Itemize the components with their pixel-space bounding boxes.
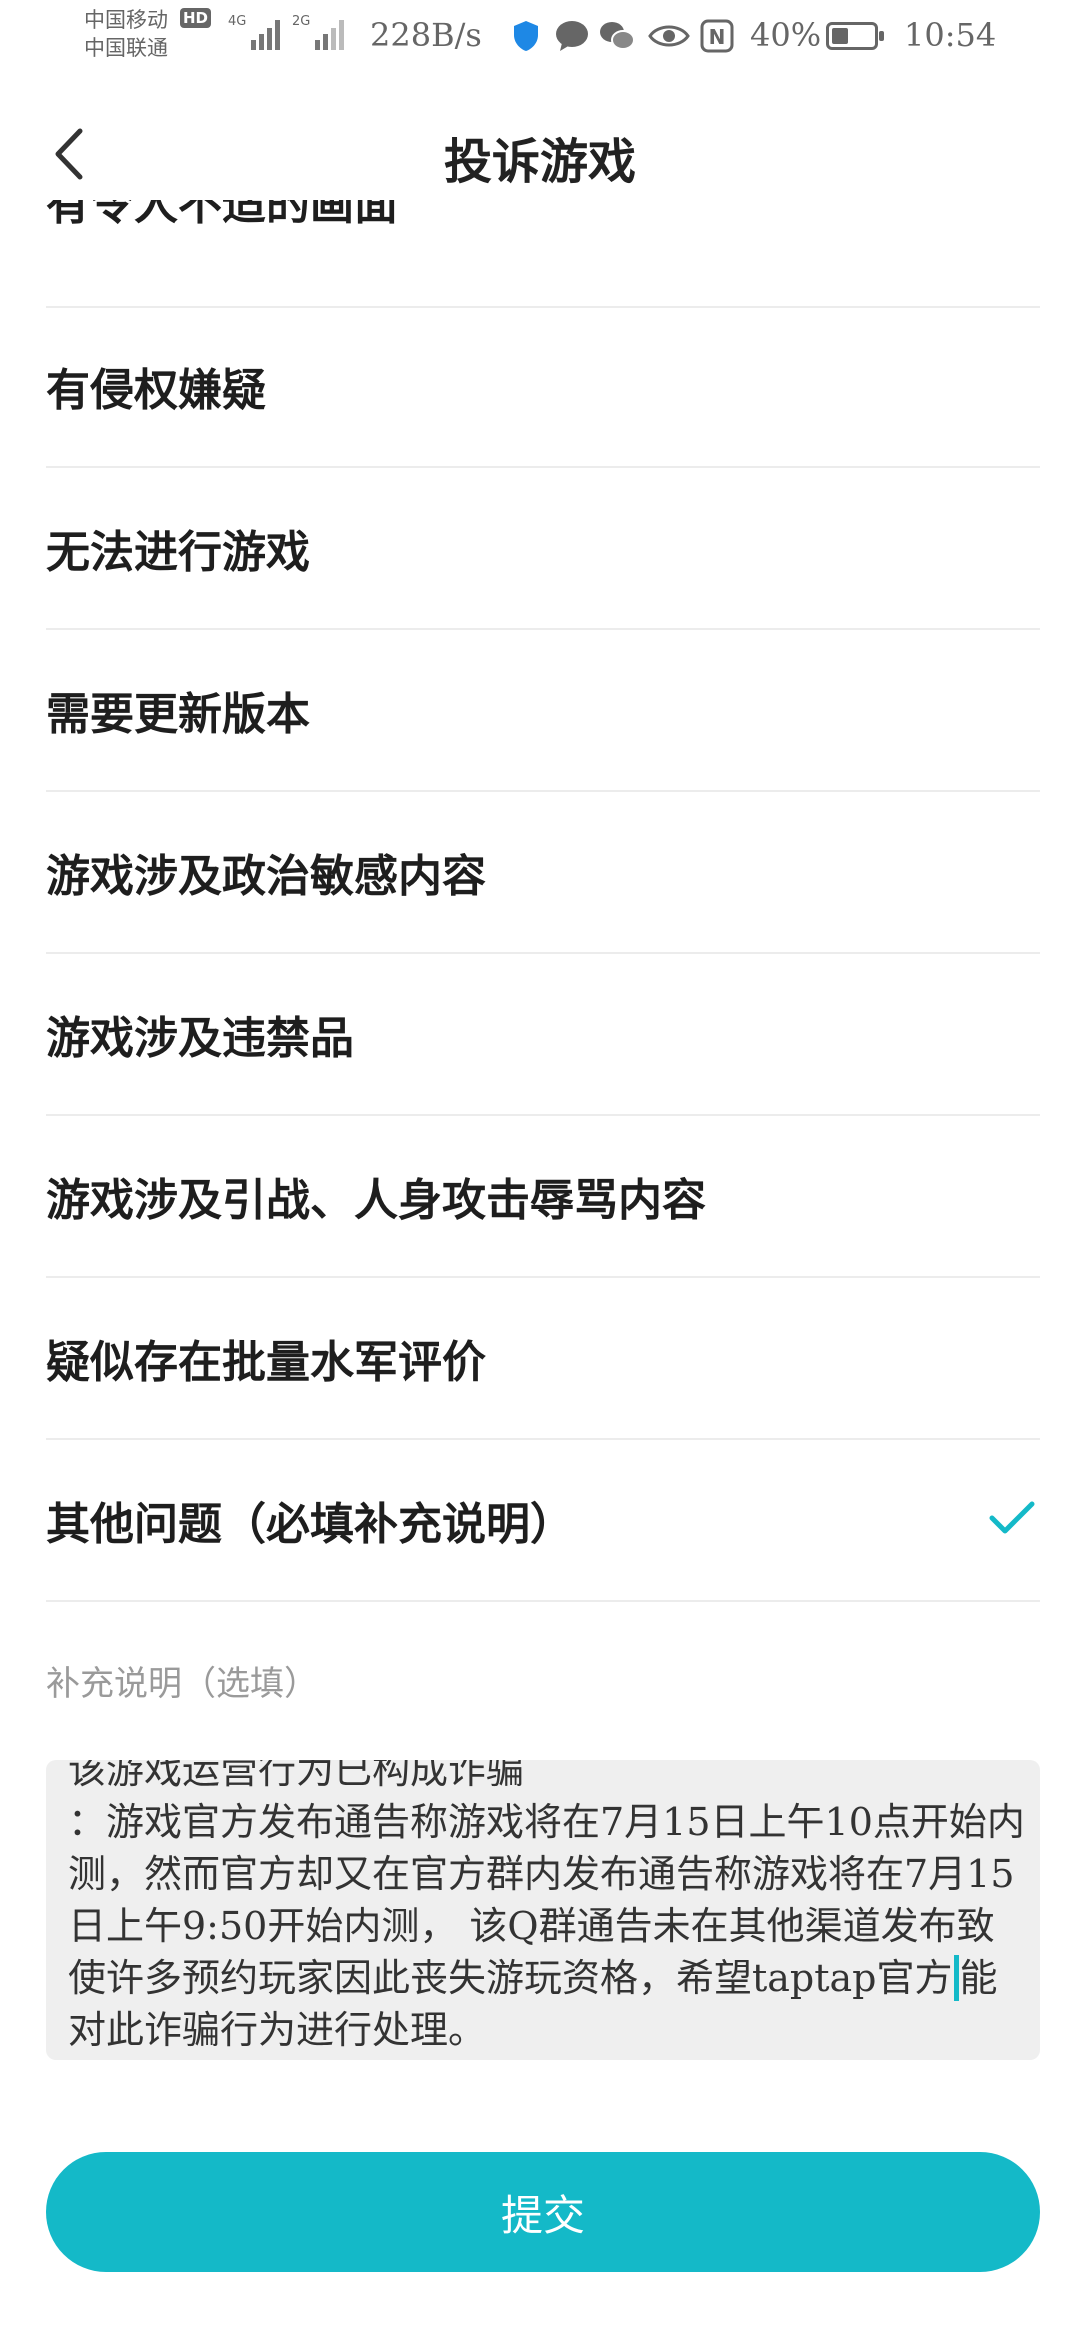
reason-item-label: 疑似存在批量水军评价: [46, 1337, 486, 1388]
chat-bubble-icon: [554, 18, 590, 54]
reason-item-label: 有令人不适的画面: [46, 200, 398, 230]
nfc-label: N: [709, 25, 726, 49]
battery-icon: [826, 22, 884, 50]
reason-item-label: 游戏涉及政治敏感内容: [46, 851, 486, 902]
wechat-icon: [598, 18, 636, 54]
supplement-text-before: 该游戏运营行为已构成诈骗 ：游戏官方发布通告称游戏将在7月15日上午10点开始内…: [68, 1760, 1025, 2000]
checkmark-icon: [988, 1500, 1036, 1540]
battery-percent: 40%: [750, 16, 822, 54]
reason-item[interactable]: 游戏涉及引战、人身攻击辱骂内容: [46, 1116, 1040, 1278]
signal-2g-icon: 2G: [292, 14, 344, 50]
submit-button[interactable]: 提交: [46, 2152, 1040, 2272]
supplement-label: 补充说明（选填）: [46, 1664, 318, 1704]
reason-item-label: 需要更新版本: [46, 689, 310, 740]
reason-item[interactable]: 疑似存在批量水军评价: [46, 1278, 1040, 1440]
signal-2g-label: 2G: [292, 14, 311, 29]
shield-icon: [512, 18, 540, 54]
signal-4g-label: 4G: [228, 14, 247, 29]
reason-item[interactable]: 游戏涉及违禁品: [46, 954, 1040, 1116]
reason-item-label: 游戏涉及违禁品: [46, 1013, 354, 1064]
reason-item-label: 有侵权嫌疑: [46, 365, 266, 416]
signal-4g-icon: 4G: [228, 14, 280, 50]
supplement-text: 该游戏运营行为已构成诈骗 ：游戏官方发布通告称游戏将在7月15日上午10点开始内…: [68, 1760, 1028, 2056]
reason-item[interactable]: 有侵权嫌疑: [46, 306, 1040, 468]
eye-icon: [648, 18, 690, 54]
carrier-1: 中国移动: [84, 8, 168, 32]
reason-item[interactable]: 其他问题（必填补充说明）: [46, 1440, 1040, 1602]
reason-item[interactable]: 无法进行游戏: [46, 468, 1040, 630]
reason-item-label: 无法进行游戏: [46, 527, 310, 578]
reason-item-label: 其他问题（必填补充说明）: [46, 1499, 574, 1550]
reason-item[interactable]: 需要更新版本: [46, 630, 1040, 792]
page-title: 投诉游戏: [443, 134, 636, 190]
text-cursor: [953, 1955, 959, 2001]
status-bar: 中国移动 中国联通 HD 4G 2G 228B/s N 40% 10:54: [0, 0, 1080, 72]
nfc-icon: N: [700, 18, 734, 54]
reason-item[interactable]: 游戏涉及政治敏感内容: [46, 792, 1040, 954]
app-header: 投诉游戏: [0, 110, 1080, 200]
clock: 10:54: [904, 16, 997, 54]
network-speed: 228B/s: [370, 16, 482, 54]
carrier-names: 中国移动 中国联通: [84, 6, 168, 62]
battery-fill: [832, 28, 848, 44]
hd-badge: HD: [180, 8, 212, 28]
reason-item-partial[interactable]: 有令人不适的画面: [46, 200, 1040, 308]
supplement-textarea[interactable]: 该游戏运营行为已构成诈骗 ：游戏官方发布通告称游戏将在7月15日上午10点开始内…: [46, 1760, 1040, 2060]
reason-item-label: 游戏涉及引战、人身攻击辱骂内容: [46, 1175, 706, 1226]
carrier-2: 中国联通: [84, 36, 168, 60]
